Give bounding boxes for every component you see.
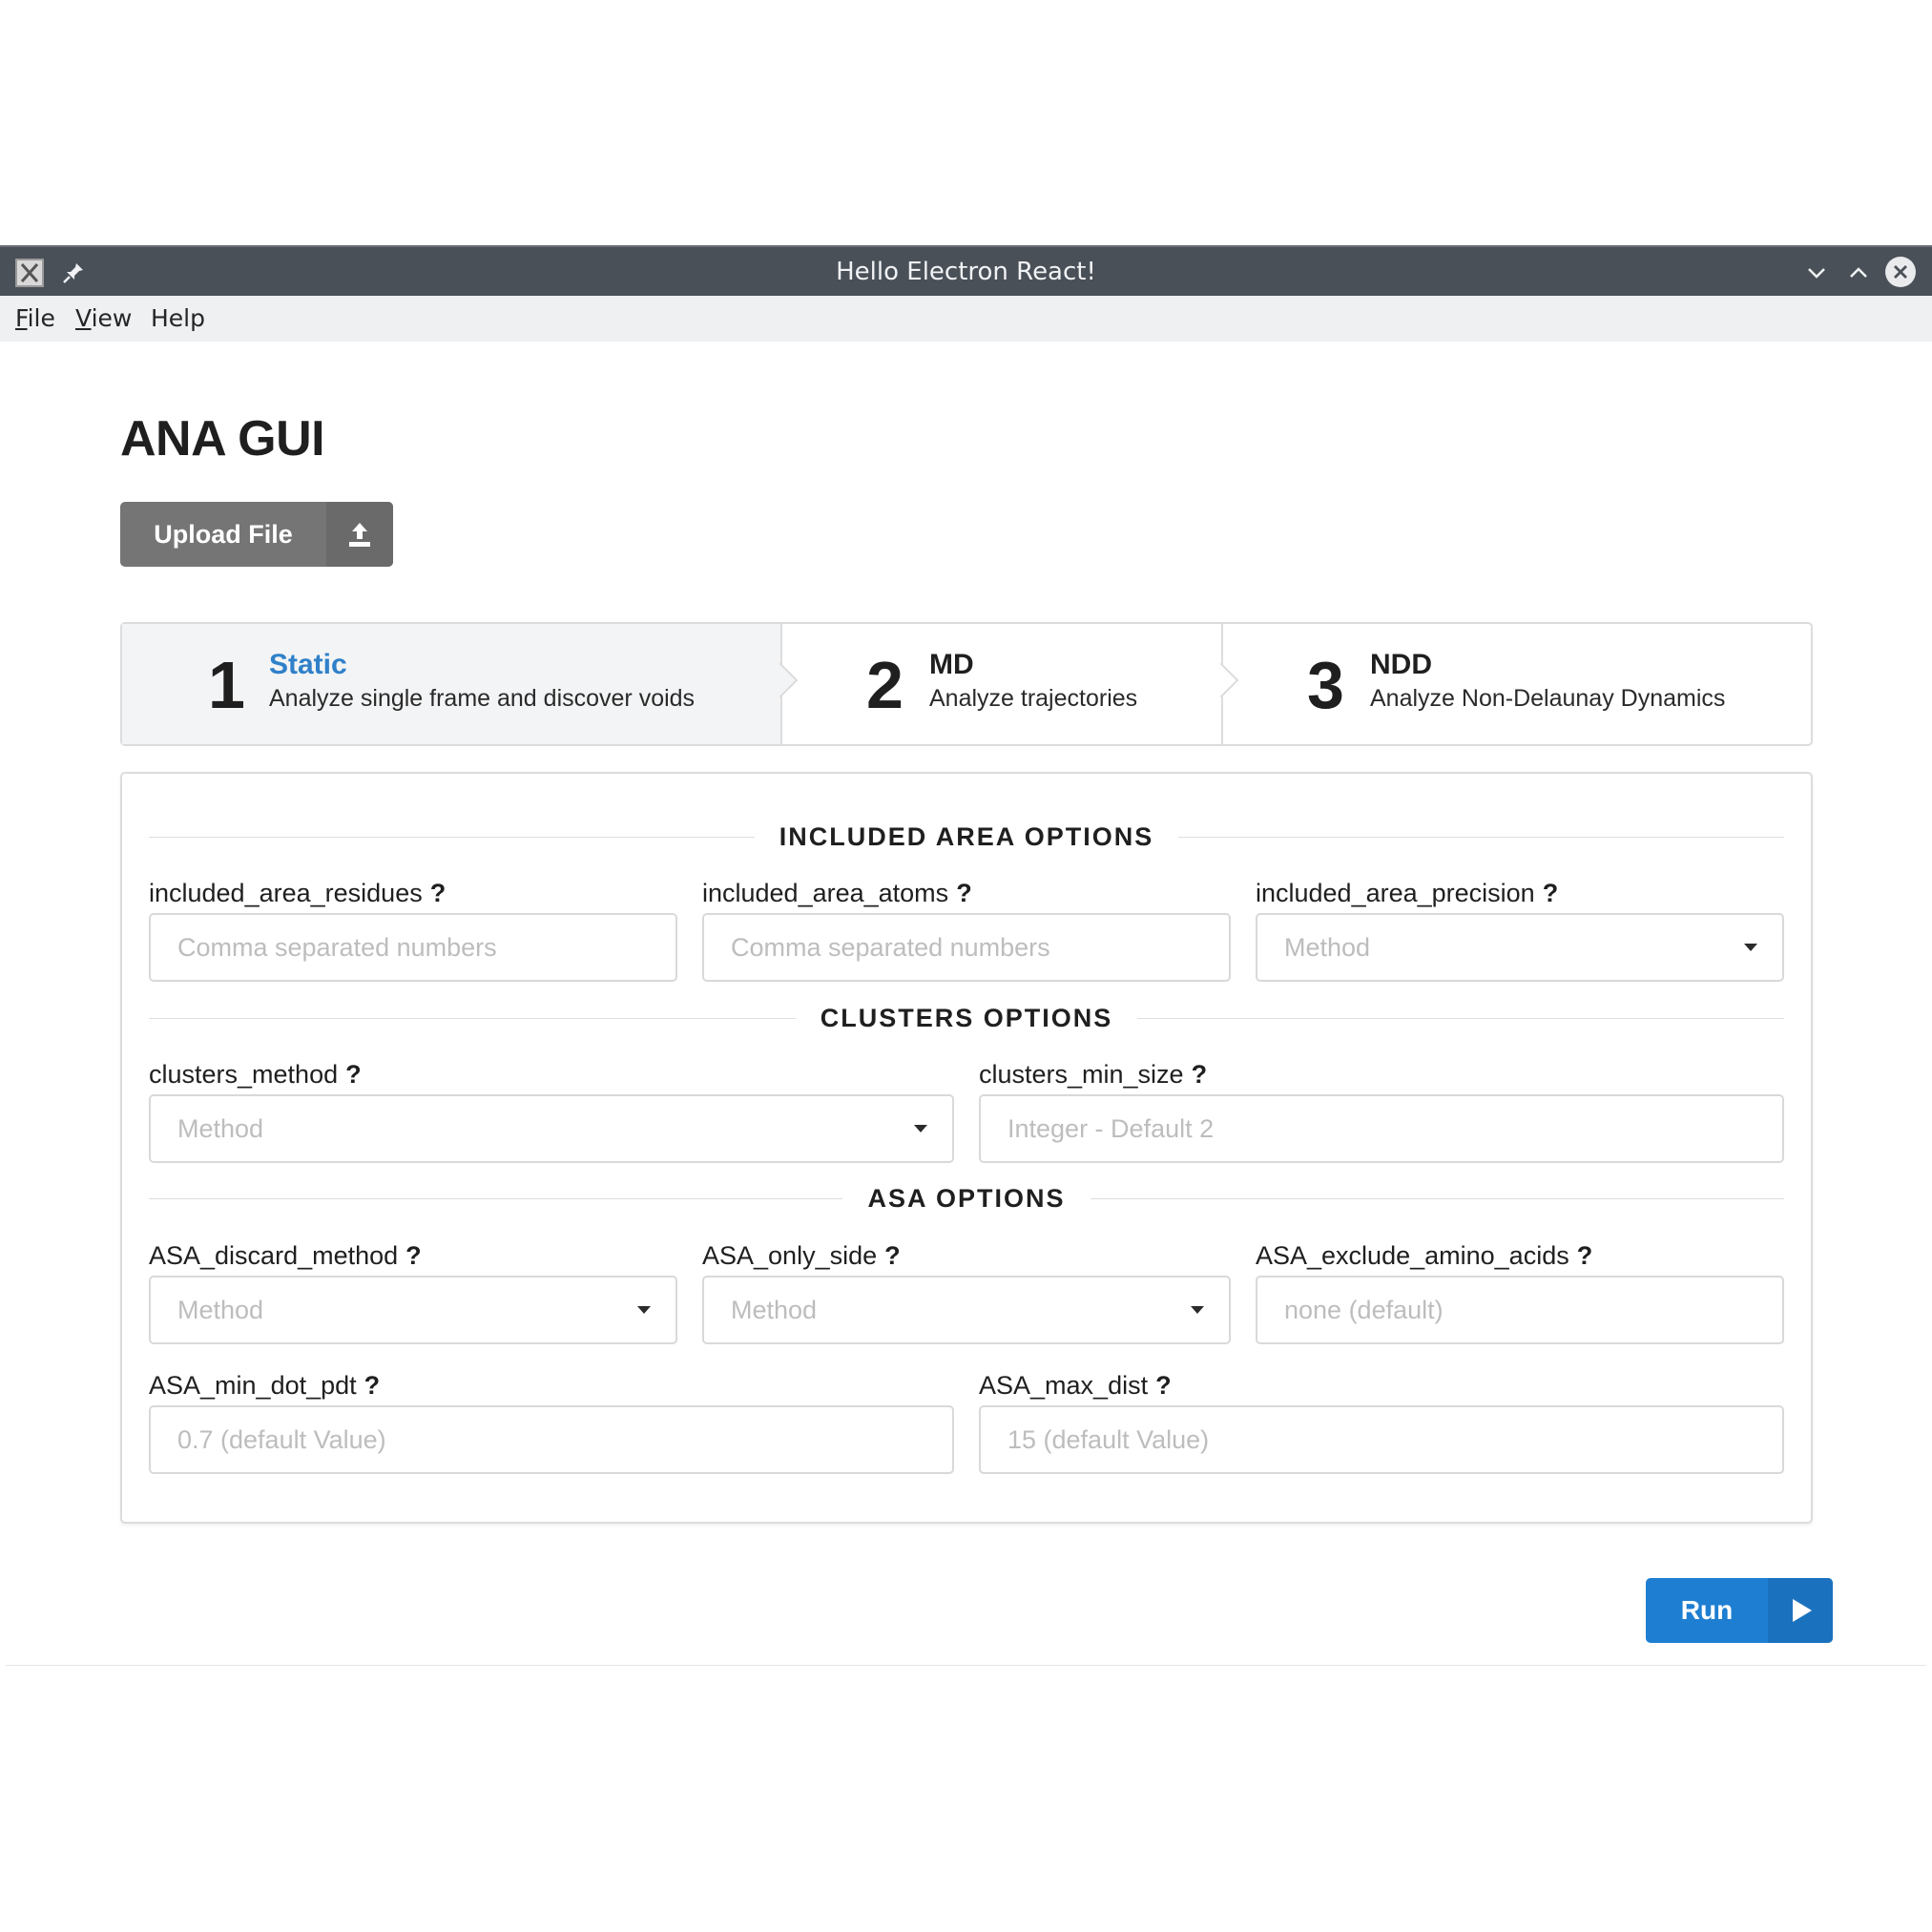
asa-min-dot-pdt-input[interactable] bbox=[149, 1405, 954, 1474]
field-label: ASA_exclude_amino_acids? bbox=[1256, 1241, 1592, 1271]
asa-max-dist-input[interactable] bbox=[979, 1405, 1784, 1474]
step-description: Analyze single frame and discover voids bbox=[269, 685, 696, 712]
help-icon[interactable]: ? bbox=[364, 1371, 381, 1400]
field-label: included_area_residues? bbox=[149, 879, 446, 908]
step-title: NDD bbox=[1370, 649, 1432, 680]
select-placeholder: Method bbox=[177, 1296, 264, 1324]
help-icon[interactable]: ? bbox=[430, 879, 447, 907]
upload-icon bbox=[326, 502, 393, 567]
step-number: 1 bbox=[208, 648, 245, 722]
label-text: clusters_min_size bbox=[979, 1060, 1184, 1089]
menu-file-label: ile bbox=[27, 304, 55, 332]
field-label: ASA_min_dot_pdt? bbox=[149, 1371, 380, 1401]
help-icon[interactable]: ? bbox=[1192, 1060, 1208, 1089]
caret-down-icon bbox=[1191, 1306, 1204, 1314]
step-static[interactable]: 1 Static Analyze single frame and discov… bbox=[122, 624, 780, 744]
included-area-residues-input[interactable] bbox=[149, 913, 677, 982]
label-text: ASA_max_dist bbox=[979, 1371, 1149, 1400]
field-label: included_area_precision? bbox=[1256, 879, 1558, 908]
menu-view-mnemonic: V bbox=[75, 304, 92, 332]
menu-view-label: iew bbox=[91, 304, 133, 332]
chevron-down-icon[interactable] bbox=[1801, 258, 1832, 288]
caret-down-icon bbox=[637, 1306, 651, 1314]
help-icon[interactable]: ? bbox=[956, 879, 972, 907]
help-icon[interactable]: ? bbox=[405, 1241, 422, 1270]
caret-down-icon bbox=[1744, 944, 1757, 951]
select-placeholder: Method bbox=[177, 1114, 264, 1143]
label-text: ASA_min_dot_pdt bbox=[149, 1371, 357, 1400]
menu-bar: File View Help bbox=[0, 296, 1932, 342]
asa-discard-method-select[interactable]: Method bbox=[149, 1276, 677, 1344]
field-label: ASA_only_side? bbox=[702, 1241, 901, 1271]
section-heading-included-area: INCLUDED AREA OPTIONS bbox=[149, 818, 1784, 856]
field-label: clusters_method? bbox=[149, 1060, 362, 1090]
app-window: Hello Electron React! File View Help ANA… bbox=[0, 245, 1932, 1666]
included-area-atoms-input[interactable] bbox=[702, 913, 1231, 982]
options-form: INCLUDED AREA OPTIONS included_area_resi… bbox=[120, 772, 1813, 1524]
asa-exclude-amino-acids-input[interactable] bbox=[1256, 1276, 1784, 1344]
page-title: ANA GUI bbox=[120, 411, 325, 467]
upload-file-button[interactable]: Upload File bbox=[120, 502, 393, 567]
close-icon[interactable] bbox=[1885, 257, 1916, 287]
select-placeholder: Method bbox=[1284, 933, 1371, 962]
run-label: Run bbox=[1680, 1595, 1734, 1625]
step-ndd[interactable]: 3 NDD Analyze Non-Delaunay Dynamics bbox=[1223, 624, 1811, 744]
label-text: ASA_exclude_amino_acids bbox=[1256, 1241, 1569, 1270]
step-indicator: 1 Static Analyze single frame and discov… bbox=[120, 622, 1813, 746]
menu-file[interactable]: File bbox=[15, 296, 55, 342]
asa-only-side-select[interactable]: Method bbox=[702, 1276, 1231, 1344]
window-title: Hello Electron React! bbox=[836, 258, 1096, 286]
label-text: ASA_only_side bbox=[702, 1241, 878, 1270]
step-md[interactable]: 2 MD Analyze trajectories bbox=[782, 624, 1221, 744]
caret-down-icon bbox=[914, 1125, 927, 1132]
clusters-min-size-input[interactable] bbox=[979, 1094, 1784, 1163]
menu-file-mnemonic: F bbox=[15, 304, 28, 332]
help-icon[interactable]: ? bbox=[1543, 879, 1559, 907]
main-content: ANA GUI Upload File 1 Static Analyze sin… bbox=[6, 342, 1926, 1666]
label-text: clusters_method bbox=[149, 1060, 339, 1089]
step-title: MD bbox=[929, 649, 974, 680]
field-label: ASA_max_dist? bbox=[979, 1371, 1172, 1401]
help-icon[interactable]: ? bbox=[884, 1241, 901, 1270]
field-label: clusters_min_size? bbox=[979, 1060, 1207, 1090]
label-text: included_area_precision bbox=[1256, 879, 1535, 907]
section-heading-clusters: CLUSTERS OPTIONS bbox=[149, 999, 1784, 1037]
chevron-up-icon[interactable] bbox=[1843, 258, 1874, 288]
menu-help-label: Help bbox=[151, 304, 205, 332]
clusters-method-select[interactable]: Method bbox=[149, 1094, 954, 1163]
help-icon[interactable]: ? bbox=[345, 1060, 362, 1089]
label-text: ASA_discard_method bbox=[149, 1241, 399, 1270]
included-area-precision-select[interactable]: Method bbox=[1256, 913, 1784, 982]
section-title: ASA OPTIONS bbox=[842, 1184, 1091, 1213]
menu-view[interactable]: View bbox=[75, 296, 132, 342]
section-title: INCLUDED AREA OPTIONS bbox=[754, 822, 1179, 851]
label-text: included_area_atoms bbox=[702, 879, 949, 907]
menu-help[interactable]: Help bbox=[151, 296, 205, 342]
step-number: 3 bbox=[1307, 648, 1344, 722]
upload-file-label: Upload File bbox=[154, 520, 293, 549]
label-text: included_area_residues bbox=[149, 879, 423, 907]
help-icon[interactable]: ? bbox=[1155, 1371, 1172, 1400]
step-description: Analyze trajectories bbox=[929, 685, 1138, 712]
title-bar: Hello Electron React! bbox=[0, 245, 1932, 296]
field-label: included_area_atoms? bbox=[702, 879, 972, 908]
section-heading-asa: ASA OPTIONS bbox=[149, 1179, 1784, 1217]
field-label: ASA_discard_method? bbox=[149, 1241, 422, 1271]
step-title: Static bbox=[269, 649, 347, 680]
run-button[interactable]: Run bbox=[1646, 1578, 1833, 1643]
section-title: CLUSTERS OPTIONS bbox=[795, 1004, 1138, 1032]
play-icon bbox=[1768, 1578, 1833, 1643]
step-description: Analyze Non-Delaunay Dynamics bbox=[1370, 685, 1726, 712]
step-number: 2 bbox=[866, 648, 904, 722]
select-placeholder: Method bbox=[731, 1296, 818, 1324]
help-icon[interactable]: ? bbox=[1577, 1241, 1593, 1270]
